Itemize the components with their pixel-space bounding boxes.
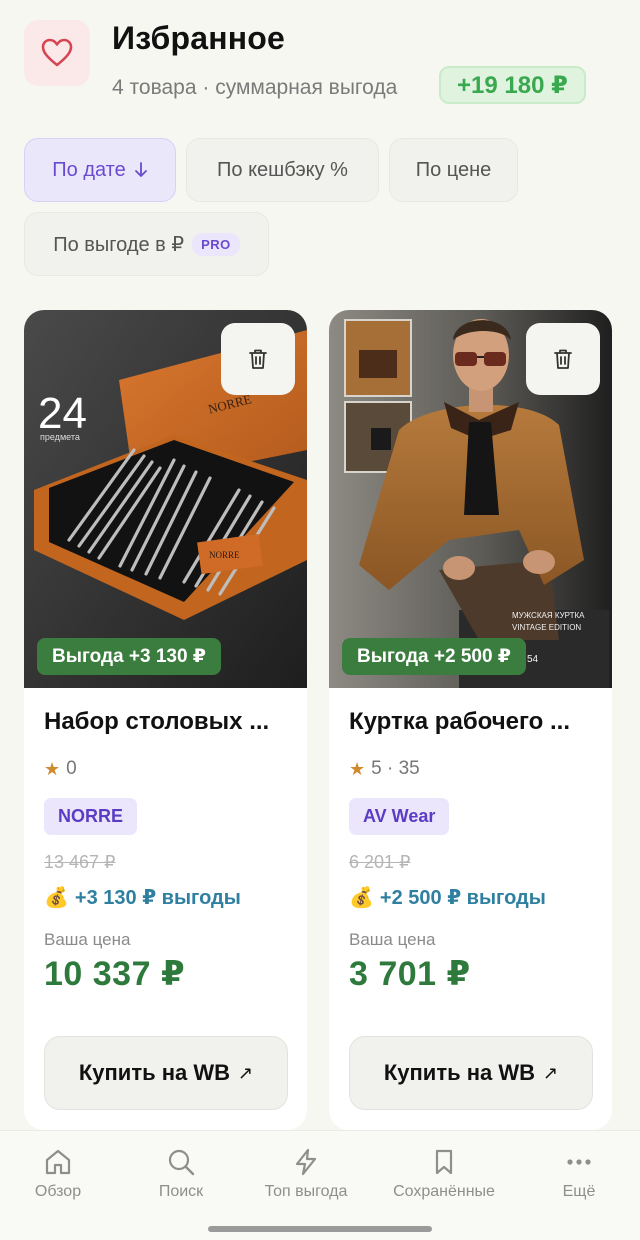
money-bag-icon: 💰 bbox=[44, 887, 69, 909]
remove-favorite-button[interactable] bbox=[221, 323, 295, 395]
star-icon: ★ bbox=[44, 758, 61, 779]
bonus-savings: 💰 +2 500 ₽ выгоды bbox=[349, 885, 546, 910]
rating-value: 0 bbox=[66, 758, 77, 779]
image-caption-line3: 54 bbox=[527, 654, 539, 665]
bonus-savings-text: +3 130 ₽ выгоды bbox=[74, 887, 241, 909]
more-icon bbox=[567, 1159, 591, 1165]
pieces-caption-overlay: предмета bbox=[40, 432, 80, 442]
nav-item-more[interactable]: Ещё bbox=[515, 1147, 640, 1201]
sort-by-price-label: По цене bbox=[415, 158, 492, 181]
profit-tag: Выгода +3 130 ₽ bbox=[37, 638, 222, 675]
product-title[interactable]: Куртка рабочего ... bbox=[349, 708, 599, 736]
nav-label: Топ выгода bbox=[264, 1183, 348, 1200]
trash-icon bbox=[249, 349, 267, 369]
bottom-navigation: Обзор Поиск Топ выгода Сохранённые Ещё bbox=[0, 1130, 640, 1240]
nav-item-overview[interactable]: Обзор bbox=[0, 1147, 122, 1201]
buy-on-wb-button[interactable]: Купить на WB ↗ bbox=[44, 1036, 288, 1110]
sort-by-cashback-label: По кешбэку % bbox=[217, 158, 348, 181]
box-card-brand: NORRE bbox=[209, 550, 240, 560]
page-title: Избранное bbox=[112, 20, 286, 56]
lightning-icon bbox=[295, 1148, 317, 1176]
nav-label: Ещё bbox=[562, 1183, 596, 1200]
old-price: 6 201 ₽ bbox=[349, 852, 411, 872]
sort-by-date-chip[interactable]: По дате bbox=[24, 138, 176, 202]
image-caption-line1: МУЖСКАЯ КУРТКА bbox=[512, 611, 585, 620]
product-rating: ★ 0 bbox=[44, 758, 77, 780]
arrow-down-icon bbox=[134, 162, 147, 177]
sort-by-cashback-chip[interactable]: По кешбэку % bbox=[186, 138, 379, 202]
pieces-count-overlay: 24 bbox=[38, 389, 87, 438]
current-price: 10 337 ₽ bbox=[44, 955, 186, 993]
product-card[interactable]: МУЖСКАЯ КУРТКА VINTAGE EDITION 54 Выгода… bbox=[329, 310, 612, 1130]
money-bag-icon: 💰 bbox=[349, 887, 374, 909]
buy-on-wb-button[interactable]: Купить на WB ↗ bbox=[349, 1036, 593, 1110]
product-title[interactable]: Набор столовых ... bbox=[44, 708, 294, 736]
search-icon bbox=[168, 1149, 195, 1176]
home-indicator bbox=[208, 1226, 432, 1232]
product-card[interactable]: NORRE NORRE 24 предмета Выгода +3 130 ₽ … bbox=[24, 310, 307, 1130]
profit-tag: Выгода +2 500 ₽ bbox=[342, 638, 527, 675]
brand-chip[interactable]: NORRE bbox=[44, 798, 138, 835]
bonus-savings: 💰 +3 130 ₽ выгоды bbox=[44, 885, 241, 910]
pro-badge: PRO bbox=[192, 232, 240, 256]
nav-label: Обзор bbox=[34, 1183, 82, 1200]
sort-by-price-chip[interactable]: По цене bbox=[389, 138, 518, 202]
current-price: 3 701 ₽ bbox=[349, 955, 471, 993]
heart-icon bbox=[41, 38, 73, 67]
product-rating: ★ 5 · 35 bbox=[349, 758, 420, 780]
nav-label: Сохранённые bbox=[393, 1183, 495, 1200]
total-savings-badge: +19 180 ₽ bbox=[439, 66, 586, 104]
external-link-icon: ↗ bbox=[543, 1062, 559, 1083]
rating-value: 5 · 35 bbox=[371, 758, 420, 779]
bonus-savings-text: +2 500 ₽ выгоды bbox=[379, 887, 546, 909]
trash-icon bbox=[554, 349, 572, 369]
favorites-heart-badge bbox=[24, 20, 90, 86]
nav-item-search[interactable]: Поиск bbox=[117, 1147, 245, 1201]
sort-by-date-label: По дате bbox=[52, 158, 126, 181]
sort-by-profit-label: По выгоде в ₽ bbox=[53, 233, 185, 256]
price-label: Ваша цена bbox=[44, 930, 131, 949]
page-header: Избранное 4 товара · суммарная выгода +1… bbox=[24, 18, 616, 118]
nav-item-top-profit[interactable]: Топ выгода bbox=[242, 1147, 370, 1201]
home-icon bbox=[45, 1149, 71, 1175]
brand-chip[interactable]: AV Wear bbox=[349, 798, 450, 835]
nav-label: Поиск bbox=[158, 1183, 204, 1200]
star-icon: ★ bbox=[349, 758, 366, 779]
old-price: 13 467 ₽ bbox=[44, 852, 116, 872]
image-caption-line2: VINTAGE EDITION bbox=[512, 623, 581, 632]
product-image[interactable]: МУЖСКАЯ КУРТКА VINTAGE EDITION 54 Выгода… bbox=[329, 310, 612, 688]
favorites-summary: 4 товара · суммарная выгода bbox=[112, 76, 398, 99]
sort-by-profit-chip[interactable]: По выгоде в ₽ PRO bbox=[24, 212, 269, 276]
remove-favorite-button[interactable] bbox=[526, 323, 600, 395]
buy-button-label: Купить на WB bbox=[78, 1060, 231, 1085]
buy-button-label: Купить на WB bbox=[383, 1060, 536, 1085]
bookmark-icon bbox=[435, 1149, 453, 1175]
nav-item-saved[interactable]: Сохранённые bbox=[380, 1147, 508, 1201]
price-label: Ваша цена bbox=[349, 930, 436, 949]
product-image[interactable]: NORRE NORRE 24 предмета Выгода +3 130 ₽ bbox=[24, 310, 307, 688]
external-link-icon: ↗ bbox=[238, 1062, 254, 1083]
